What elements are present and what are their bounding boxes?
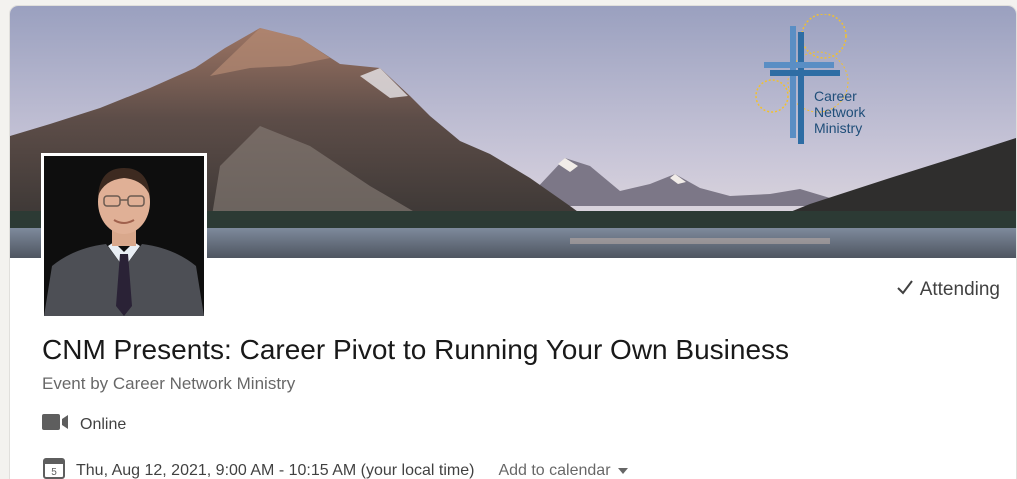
logo-text: Career Network Ministry (814, 88, 865, 136)
event-format: Online (80, 415, 127, 433)
career-network-ministry-logo: Career Network Ministry (754, 14, 865, 146)
logo-line: Career (814, 88, 857, 104)
caret-down-icon (617, 462, 629, 479)
logo-line: Ministry (814, 120, 863, 136)
event-format-row: Online (42, 413, 126, 436)
add-to-calendar-label: Add to calendar (498, 461, 611, 479)
organizer-avatar[interactable] (41, 153, 207, 319)
event-datetime: Thu, Aug 12, 2021, 9:00 AM - 10:15 AM (y… (76, 461, 475, 479)
add-to-calendar-button[interactable]: Add to calendar (498, 462, 628, 479)
organizer-link[interactable]: Career Network Ministry (113, 374, 295, 393)
attending-button[interactable]: Attending (896, 278, 1000, 302)
attending-label: Attending (919, 279, 1000, 300)
profile-photo (44, 156, 204, 316)
calendar-icon: 5 (42, 456, 66, 479)
checkmark-icon (896, 278, 914, 302)
logo-line: Network (814, 104, 866, 120)
video-camera-icon (42, 413, 70, 436)
event-organizer-line: Event by Career Network Ministry (42, 374, 295, 394)
calendar-day: 5 (51, 467, 57, 478)
event-card: Career Network Ministry Attending CNM Pr… (10, 6, 1016, 479)
event-title: CNM Presents: Career Pivot to Running Yo… (42, 334, 790, 365)
organizer-prefix: Event by (42, 374, 109, 393)
event-datetime-row: 5 Thu, Aug 12, 2021, 9:00 AM - 10:15 AM … (42, 456, 629, 479)
